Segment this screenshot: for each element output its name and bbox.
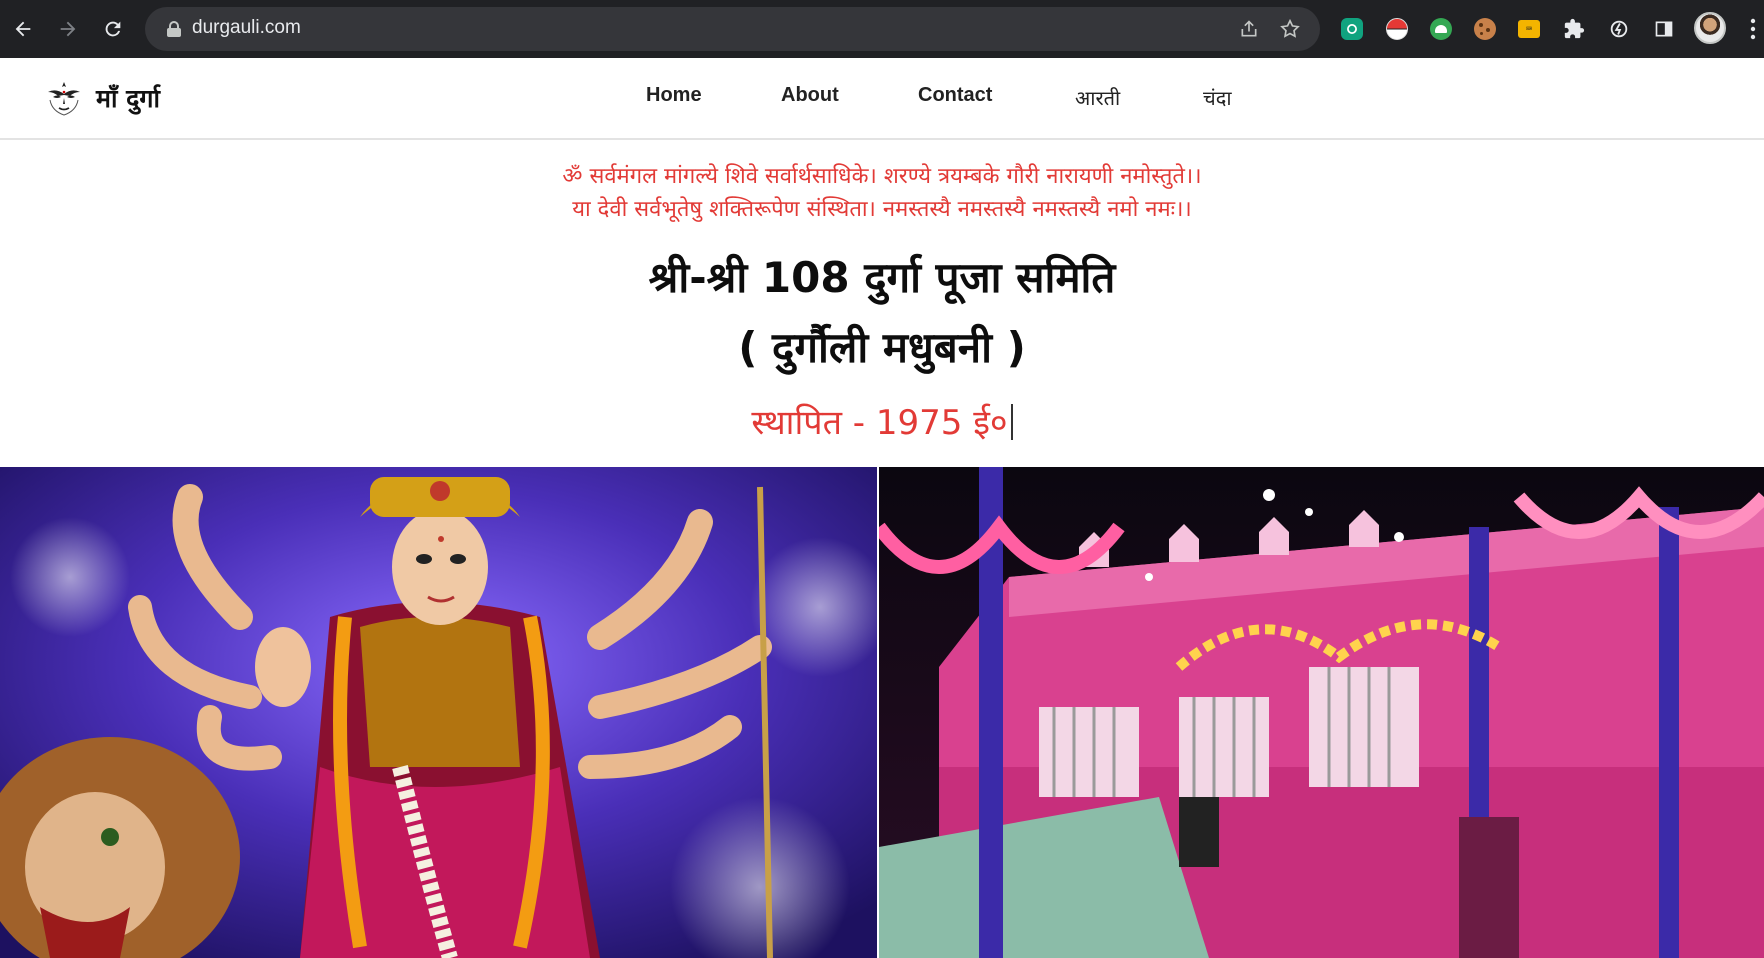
mantra-line-2: या देवी सर्वभूतेषु शक्तिरूपेण संस्थिता। … xyxy=(572,197,1192,222)
site-navbar: माँ दुर्गा Home About Contact आरती चंदा xyxy=(0,58,1764,140)
nav-about[interactable]: About xyxy=(781,84,839,107)
established-text: स्थापित - 1975 ई० xyxy=(0,398,1764,444)
mantra-line-1: ॐ सर्वमंगल मांगल्ये शिवे सर्वार्थसाधिके।… xyxy=(562,164,1202,189)
arrow-left-icon xyxy=(15,21,31,37)
main-menu: Home About Contact आरती चंदा xyxy=(0,84,1764,116)
arrow-right-icon xyxy=(60,21,76,37)
puzzle-extensions-icon[interactable] xyxy=(1559,14,1589,44)
temple-building-image xyxy=(879,467,1764,958)
cookie-extension-icon[interactable] xyxy=(1470,14,1500,44)
image-divider xyxy=(877,467,879,958)
browser-toolbar: durgauli.com ⌨ xyxy=(0,0,1764,58)
url-text: durgauli.com xyxy=(192,17,301,38)
nav-aarti[interactable]: आरती xyxy=(1075,84,1120,111)
page-title: श्री-श्री 108 दुर्गा पूजा समिति xyxy=(648,253,1116,302)
page-subtitle: ( दुर्गौली मधुबनी ) xyxy=(738,323,1026,372)
star-icon[interactable] xyxy=(1276,15,1304,43)
address-bar[interactable]: durgauli.com xyxy=(145,7,1320,51)
established-label: स्थापित - 1975 ई० xyxy=(751,403,1008,443)
nav-contact[interactable]: Contact xyxy=(918,84,992,107)
profile-avatar[interactable] xyxy=(1694,12,1726,44)
durga-idol-image xyxy=(0,467,877,958)
reload-button[interactable] xyxy=(91,0,135,58)
kebab-menu-icon[interactable] xyxy=(1738,14,1764,44)
typing-cursor xyxy=(1010,404,1013,440)
share-icon[interactable] xyxy=(1235,15,1263,43)
lock-icon xyxy=(167,21,181,37)
power-icon[interactable] xyxy=(1604,14,1634,44)
android-extension-icon[interactable] xyxy=(1426,14,1456,44)
side-panel-icon[interactable] xyxy=(1649,14,1679,44)
back-button[interactable] xyxy=(1,0,45,58)
keyboard-extension-icon[interactable]: ⌨ xyxy=(1514,14,1544,44)
reload-icon xyxy=(105,21,121,37)
nav-home[interactable]: Home xyxy=(646,84,702,107)
forward-button[interactable] xyxy=(46,0,90,58)
chatgpt-extension-icon[interactable] xyxy=(1337,14,1367,44)
nav-chanda[interactable]: चंदा xyxy=(1203,84,1232,111)
pokeball-extension-icon[interactable] xyxy=(1382,14,1412,44)
